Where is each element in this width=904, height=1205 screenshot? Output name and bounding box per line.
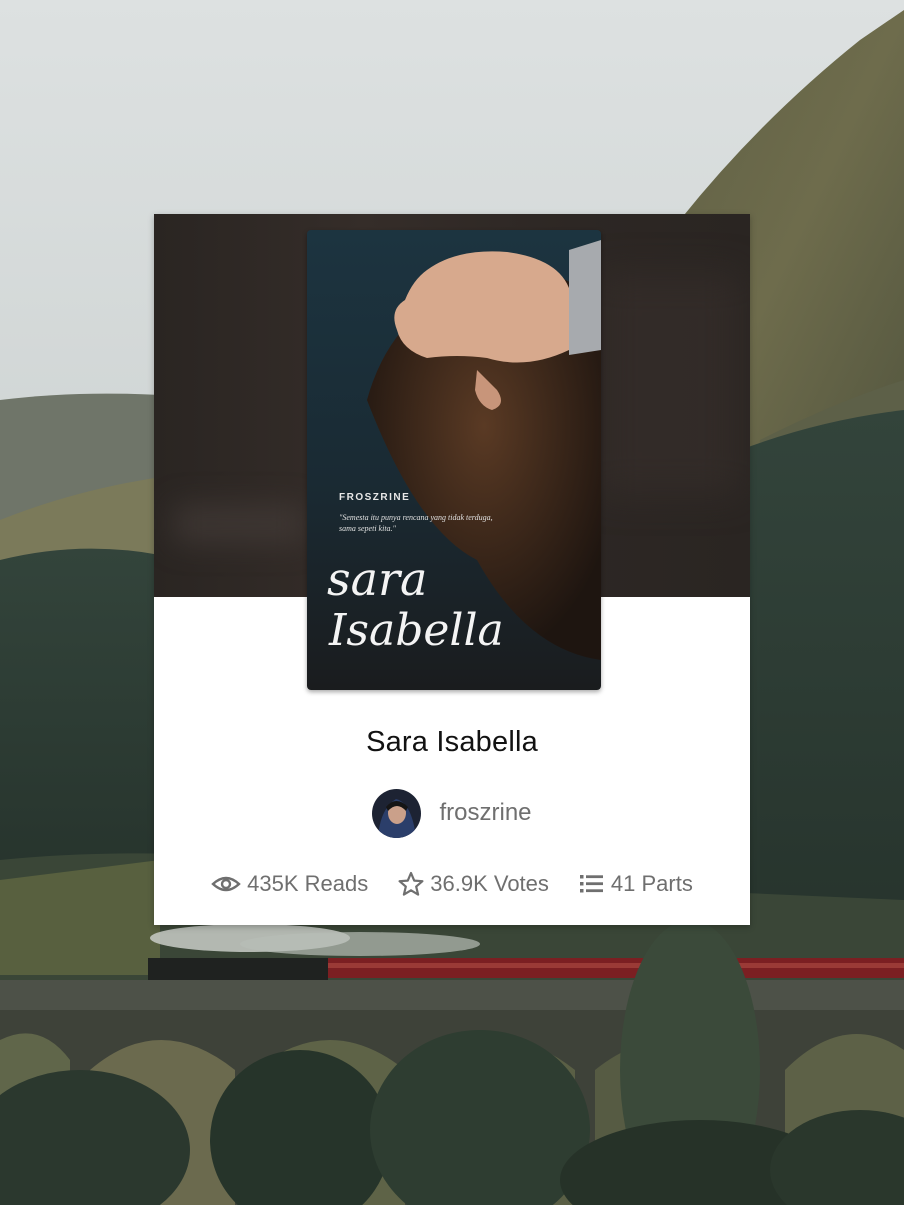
cover-quote-line2: sama sepeti kita." [339,524,397,533]
story-title[interactable]: Sara Isabella [154,726,750,759]
votes-count: 36.9K Votes [430,871,549,896]
cover-title-line1: sara [327,552,427,606]
story-card[interactable]: FROSZRINE "Semesta itu punya rencana yan… [154,214,750,925]
parts-count: 41 Parts [610,871,693,896]
cover-title-line2: Isabella [328,605,504,656]
parts-stat: 41 Parts [579,871,693,897]
votes-stat: 36.9K Votes [398,871,549,897]
author-name[interactable]: froszrine [439,799,531,827]
reads-stat: 435K Reads [211,871,368,897]
story-stats: 435K Reads 36.9K Votes 41 Parts [154,866,750,902]
cover-quote-line1: "Semesta itu punya rencana yang tidak te… [339,513,493,522]
book-cover[interactable]: FROSZRINE "Semesta itu punya rencana yan… [307,230,601,690]
author-row[interactable]: froszrine [154,788,750,838]
avatar[interactable] [372,788,422,838]
reads-count: 435K Reads [247,871,369,896]
star-icon [398,871,424,896]
cover-author-text: FROSZRINE [339,492,410,503]
list-icon [579,875,603,893]
eye-icon [211,876,241,892]
